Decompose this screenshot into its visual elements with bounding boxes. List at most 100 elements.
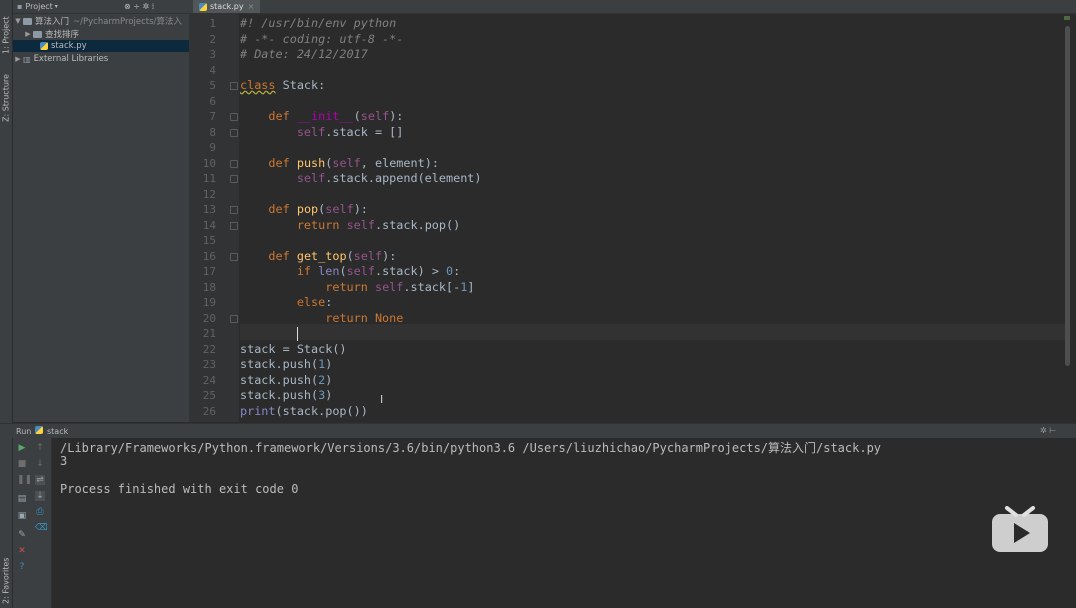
tab-stack-py[interactable]: stack.py × <box>193 0 261 13</box>
scrollbar-thumb[interactable] <box>1065 26 1070 366</box>
console-output-line: /Library/Frameworks/Python.framework/Ver… <box>60 441 882 455</box>
console-output-line: Process finished with exit code 0 <box>60 482 299 496</box>
code-line: #! /usr/bin/env python <box>240 16 397 30</box>
stop-icon[interactable]: ■ <box>17 459 27 469</box>
line-number: 17 <box>202 265 216 278</box>
code-line: return self.stack.pop() <box>296 217 461 232</box>
line-number: 21 <box>202 327 216 340</box>
tree-item-label: 查找排序 <box>45 30 80 40</box>
tab-project-label: 1: Project <box>1 16 11 54</box>
pause-icon[interactable]: ❚❚ <box>17 475 32 485</box>
run-config-label: stack <box>47 427 69 436</box>
help-icon[interactable]: ? <box>17 562 27 572</box>
fold-marker-icon[interactable] <box>230 128 238 137</box>
code-line: if len(self.stack) > 0: <box>296 264 461 278</box>
close-icon[interactable]: ✕ <box>17 546 27 556</box>
fold-marker-icon[interactable] <box>230 314 238 323</box>
line-number: 18 <box>202 280 216 294</box>
line-number: 20 <box>202 311 216 325</box>
layout-icon[interactable]: ▤ <box>17 494 27 504</box>
run-console[interactable]: /Library/Frameworks/Python.framework/Ver… <box>52 438 1076 608</box>
run-panel-header: Run stack ✲ ⊢ <box>0 423 1076 438</box>
line-number: 6 <box>209 94 216 108</box>
editor-tab-bar: stack.py × <box>189 0 1076 14</box>
code-line: def get_top(self): <box>268 248 397 263</box>
line-number: 11 <box>202 172 216 185</box>
settings-gear-icon[interactable]: ✲ ⊢ <box>1040 426 1056 435</box>
folder-icon: ▪ <box>17 2 23 11</box>
tree-item-label: stack.py <box>51 41 87 51</box>
line-number: 2 <box>209 32 216 46</box>
collapse-arrow-icon[interactable]: ▶ <box>13 55 23 63</box>
down-arrow-icon[interactable]: ↓ <box>35 459 45 469</box>
code-line: def __init__(self): <box>268 109 404 123</box>
code-line: stack.push(3) <box>240 388 333 402</box>
run-panel-title: Run <box>16 427 32 436</box>
python-file-icon <box>40 42 48 50</box>
project-dropdown[interactable]: Project <box>25 2 52 11</box>
text-caret <box>296 326 298 341</box>
code-line: else: <box>296 295 333 309</box>
tree-item-stack-py[interactable]: stack.py <box>13 40 216 52</box>
scroll-to-end-icon[interactable]: ⇣ <box>35 491 45 501</box>
code-line: print(stack.pop()) <box>240 403 368 418</box>
line-number: 16 <box>202 249 216 263</box>
fold-marker-icon[interactable] <box>230 159 238 168</box>
line-number: 10 <box>202 156 216 170</box>
settings-gear-icon[interactable]: ⊗ ÷ ✲ ⁞ <box>124 2 154 11</box>
print-icon[interactable]: ⎙ <box>35 507 45 517</box>
fold-marker-icon[interactable] <box>230 113 238 121</box>
inspection-status-icon <box>1064 16 1070 20</box>
pin-icon[interactable]: ✎ <box>17 530 27 540</box>
close-icon[interactable]: × <box>248 2 255 11</box>
line-number: 22 <box>202 342 216 356</box>
rerun-icon[interactable]: ▶ <box>17 443 27 453</box>
line-number: 14 <box>202 218 216 232</box>
project-panel: ▪ Project ▾ ⊗ ÷ ✲ ⁞ ▼ 算法入门 ~/PycharmProj… <box>13 0 216 422</box>
python-file-icon <box>35 426 46 436</box>
folder-icon <box>33 30 42 38</box>
line-number: 23 <box>202 358 216 371</box>
expand-arrow-icon[interactable]: ▼ <box>13 17 23 25</box>
tree-item-subfolder[interactable]: ▶ 查找排序 <box>13 28 199 40</box>
line-number: 25 <box>202 389 216 402</box>
fold-marker-icon[interactable] <box>230 175 238 183</box>
tree-item-path: ~/PycharmProjects/算法入 <box>73 17 182 27</box>
fold-marker-icon[interactable] <box>230 82 238 90</box>
restore-layout-icon[interactable]: ▣ <box>17 511 27 521</box>
soft-wrap-icon[interactable]: ⇌ <box>35 475 45 485</box>
tree-item-external-libraries[interactable]: ▶ ▥ External Libraries <box>13 53 189 65</box>
library-icon: ▥ <box>23 54 31 64</box>
collapse-arrow-icon[interactable]: ▶ <box>23 30 33 38</box>
code-line: # Date: 24/12/2017 <box>240 47 368 61</box>
console-toolbar: ↑ ↓ ⇌ ⇣ ⎙ ⌫ <box>31 438 52 608</box>
folder-icon <box>23 17 32 25</box>
line-number: 1 <box>209 17 216 30</box>
code-editor[interactable]: #! /usr/bin/env python # -*- coding: utf… <box>240 14 1062 422</box>
line-number: 5 <box>209 79 216 92</box>
tab-structure[interactable]: Z: Structure <box>0 66 12 122</box>
up-arrow-icon[interactable]: ↑ <box>35 443 45 453</box>
code-line: stack.push(2) <box>240 372 333 387</box>
fold-marker-icon[interactable] <box>230 252 238 261</box>
code-line <box>240 326 298 342</box>
line-number: 15 <box>202 234 216 247</box>
line-number: 9 <box>209 141 216 154</box>
trash-icon[interactable]: ⌫ <box>35 523 48 533</box>
tab-structure-label: Z: Structure <box>1 74 11 122</box>
code-line: def pop(self): <box>268 202 368 216</box>
code-line: self.stack.append(element) <box>296 171 482 185</box>
editor-scrollbar[interactable] <box>1062 14 1072 422</box>
tab-project[interactable]: 1: Project <box>0 4 12 54</box>
tab-favorites[interactable]: 2: Favorites <box>0 548 12 604</box>
fold-marker-icon[interactable] <box>230 221 238 230</box>
line-number: 4 <box>209 63 216 77</box>
chevron-down-icon[interactable]: ▾ <box>55 3 58 10</box>
line-number: 19 <box>202 296 216 309</box>
code-line: stack = Stack() <box>240 341 347 356</box>
python-file-icon <box>199 2 207 11</box>
code-line: stack.push(1) <box>240 357 333 371</box>
fold-marker-icon[interactable] <box>230 206 238 214</box>
tree-item-project-root[interactable]: ▼ 算法入门 ~/PycharmProjects/算法入 <box>13 15 189 27</box>
code-line: return None <box>325 310 404 325</box>
